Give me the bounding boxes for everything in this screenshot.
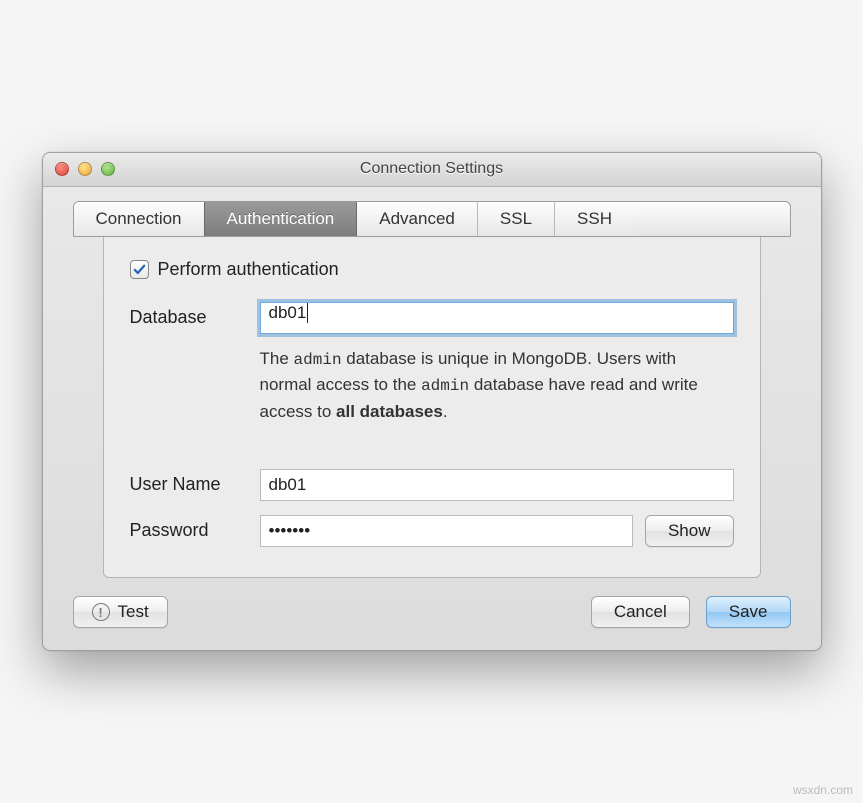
show-password-button[interactable]: Show (645, 515, 734, 547)
help-part1: The (260, 349, 294, 368)
tab-connection[interactable]: Connection (74, 202, 205, 236)
database-input[interactable]: db01 (260, 302, 734, 334)
footer-left: ! Test (73, 596, 168, 628)
database-field-wrap: db01 The admin database is unique in Mon… (260, 302, 734, 456)
tab-advanced[interactable]: Advanced (357, 202, 478, 236)
alert-icon: ! (92, 603, 110, 621)
tab-ssh[interactable]: SSH (555, 202, 634, 236)
authentication-panel: Perform authentication Database db01 The… (103, 237, 761, 579)
username-row: User Name (130, 469, 734, 501)
tab-authentication[interactable]: Authentication (204, 202, 358, 236)
tab-ssl[interactable]: SSL (478, 202, 555, 236)
password-input[interactable] (260, 515, 633, 547)
username-label: User Name (130, 469, 260, 495)
database-value: db01 (269, 303, 307, 322)
cancel-button[interactable]: Cancel (591, 596, 690, 628)
checkmark-icon (132, 262, 147, 277)
footer-right: Cancel Save (591, 596, 791, 628)
password-field-wrap: Show (260, 515, 734, 547)
password-row: Password Show (130, 515, 734, 547)
test-button-label: Test (118, 602, 149, 622)
help-bold: all databases (336, 402, 443, 421)
username-input[interactable] (260, 469, 734, 501)
dialog-footer: ! Test Cancel Save (43, 578, 821, 650)
tabbar-wrap: Connection Authentication Advanced SSL S… (43, 187, 821, 579)
minimize-icon[interactable] (78, 162, 92, 176)
perform-auth-label: Perform authentication (158, 259, 339, 280)
test-button[interactable]: ! Test (73, 596, 168, 628)
help-part4: . (443, 402, 448, 421)
window-title: Connection Settings (55, 160, 809, 178)
database-help-text: The admin database is unique in MongoDB.… (260, 346, 734, 426)
database-label: Database (130, 302, 260, 328)
help-code2: admin (421, 377, 469, 395)
perform-auth-checkbox[interactable] (130, 260, 149, 279)
zoom-icon[interactable] (101, 162, 115, 176)
close-icon[interactable] (55, 162, 69, 176)
connection-settings-window: Connection Settings Connection Authentic… (42, 152, 822, 652)
help-code1: admin (294, 351, 342, 369)
attribution-text: wsxdn.com (793, 783, 853, 797)
save-button[interactable]: Save (706, 596, 791, 628)
titlebar: Connection Settings (43, 153, 821, 187)
password-label: Password (130, 515, 260, 541)
tabbar: Connection Authentication Advanced SSL S… (73, 201, 791, 237)
traffic-lights (55, 162, 115, 176)
perform-auth-row: Perform authentication (130, 259, 734, 280)
text-cursor-icon (307, 303, 308, 323)
database-row: Database db01 The admin database is uniq… (130, 302, 734, 456)
username-field-wrap (260, 469, 734, 501)
